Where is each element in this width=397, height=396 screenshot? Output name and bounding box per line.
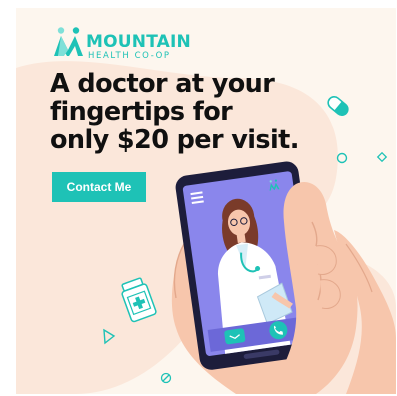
pill-capsule-icon — [327, 95, 349, 117]
no-sign-decoration-icon — [160, 372, 172, 384]
circle-decoration-icon — [336, 152, 348, 164]
illustration — [103, 95, 396, 394]
diamond-decoration-icon — [376, 151, 388, 163]
medicine-bottle-icon — [121, 277, 157, 323]
triangle-decoration-icon — [103, 328, 116, 345]
menu-icon — [190, 191, 204, 204]
ad-banner: MOUNTAIN HEALTH CO-OP A doctor at your f… — [16, 8, 396, 394]
message-icon — [224, 328, 246, 345]
